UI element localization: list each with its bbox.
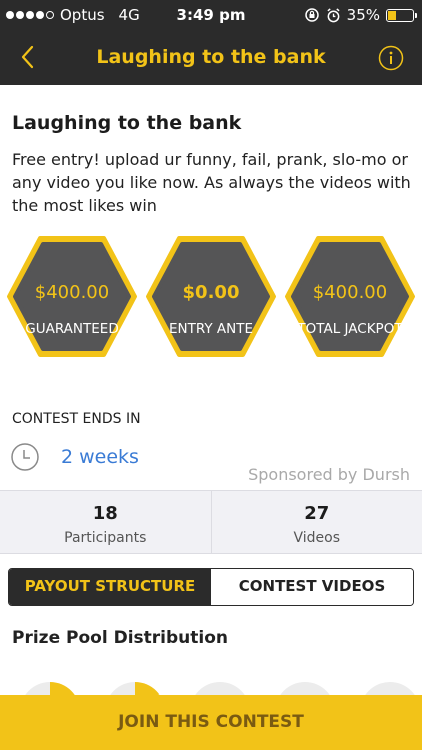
participants-count: 18 [92, 503, 118, 524]
join-contest-button[interactable]: JOIN THIS CONTEST [0, 695, 422, 750]
tab-contest-videos[interactable]: CONTEST VIDEOS [211, 569, 413, 605]
clock-icon [11, 443, 39, 471]
prize-guaranteed: $400.00 GUARANTEED [6, 235, 138, 358]
participants-stat[interactable]: 18 Participants [0, 491, 211, 553]
videos-label: Videos [293, 530, 341, 546]
prize-amount: $400.00 [34, 282, 110, 303]
status-right: 35% [304, 6, 417, 24]
contest-description: Free entry! upload ur funny, fail, prank… [12, 150, 411, 215]
contest-title: Laughing to the bank [12, 112, 242, 134]
contest-ends-label: CONTEST ENDS IN [12, 411, 141, 427]
prize-amount: $400.00 [312, 282, 388, 303]
prize-label: TOTAL JACKPOT [297, 321, 403, 337]
alarm-icon [327, 7, 340, 22]
videos-count: 27 [304, 503, 330, 524]
chevron-left-icon[interactable] [14, 42, 42, 72]
videos-stat[interactable]: 27 Videos [210, 491, 422, 553]
battery-percent: 35% [346, 6, 380, 24]
battery-icon [386, 8, 417, 22]
participants-label: Participants [64, 530, 147, 546]
contest-ends-value: 2 weeks [61, 446, 139, 468]
prize-label: ENTRY ANTE [168, 321, 254, 337]
prize-amount: $0.00 [182, 282, 240, 303]
prize-total-jackpot: $400.00 TOTAL JACKPOT [284, 235, 416, 358]
nav-bar: Laughing to the bank [0, 30, 422, 85]
tab-payout-structure[interactable]: PAYOUT STRUCTURE [9, 569, 211, 605]
info-icon[interactable] [378, 45, 404, 71]
section-title: Prize Pool Distribution [12, 628, 228, 648]
prize-summary: $400.00 GUARANTEED $0.00 ENTRY ANTE $400… [6, 235, 416, 360]
rotation-lock-icon [304, 8, 319, 22]
prize-entry-ante: $0.00 ENTRY ANTE [145, 235, 277, 358]
contest-stats: 18 Participants 27 Videos [0, 490, 422, 554]
segmented-control: PAYOUT STRUCTURE CONTEST VIDEOS [8, 568, 414, 606]
page-title: Laughing to the bank [96, 46, 326, 68]
status-bar: Optus 4G 3:49 pm 35% [0, 0, 422, 30]
prize-label: GUARANTEED [25, 321, 119, 337]
sponsored-text: Sponsored by Dursh [248, 465, 410, 484]
